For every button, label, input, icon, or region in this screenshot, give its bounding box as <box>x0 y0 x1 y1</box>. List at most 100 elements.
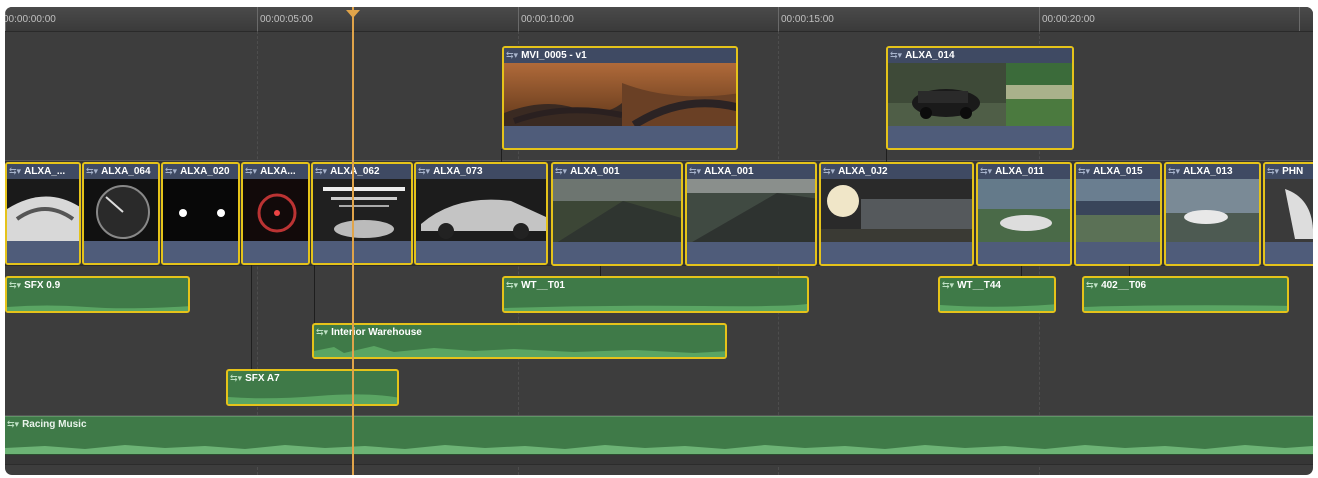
clip-menu-icon[interactable]: ⇆▾ <box>245 164 257 179</box>
connected-video-clip[interactable]: ⇆▾ MVI_0005 - v1 <box>502 46 738 150</box>
audio-waveform <box>7 305 188 311</box>
storyline-clip[interactable]: ⇆▾ ALXA_062 <box>311 162 413 265</box>
connected-video-clip[interactable]: ⇆▾ ALXA_014 <box>886 46 1074 150</box>
playhead[interactable] <box>352 7 354 475</box>
clip-menu-icon[interactable]: ⇆▾ <box>506 278 518 293</box>
clip-thumbnail <box>821 179 972 242</box>
clip-header: ⇆▾ ALXA... <box>243 164 308 179</box>
ruler-tick <box>257 7 258 31</box>
clip-name: WT__T44 <box>957 280 1001 291</box>
clip-header: ⇆▾ ALXA_0J2 <box>821 164 972 179</box>
storyline-clip[interactable]: ⇆▾ ALXA_011 <box>976 162 1072 266</box>
ruler-tick-label: 00:00:00:00 <box>5 14 56 25</box>
ruler-tick-label: 00:00:05:00 <box>260 14 313 25</box>
ruler-tick-label: 00:00:15:00 <box>781 14 834 25</box>
clip-footer <box>687 242 815 264</box>
clip-name: ALXA_062 <box>330 166 380 177</box>
clip-name: ALXA_001 <box>570 166 620 177</box>
clip-menu-icon[interactable]: ⇆▾ <box>1078 164 1090 179</box>
clip-header: ⇆▾ 402__T06 <box>1084 278 1287 293</box>
audio-clip[interactable]: ⇆▾ 402__T06 <box>1082 276 1289 313</box>
clip-menu-icon[interactable]: ⇆▾ <box>890 48 902 63</box>
clip-menu-icon[interactable]: ⇆▾ <box>1168 164 1180 179</box>
storyline-clip[interactable]: ⇆▾ ALXA_064 <box>82 162 160 265</box>
ruler-tick <box>1039 7 1040 31</box>
clip-menu-icon[interactable]: ⇆▾ <box>315 164 327 179</box>
clip-menu-icon[interactable]: ⇆▾ <box>230 371 242 386</box>
clip-menu-icon[interactable]: ⇆▾ <box>316 325 328 340</box>
clip-menu-icon[interactable]: ⇆▾ <box>86 164 98 179</box>
storyline-clip[interactable]: ⇆▾ ALXA_0J2 <box>819 162 974 266</box>
clip-thumbnail <box>416 179 546 241</box>
clip-menu-icon[interactable]: ⇆▾ <box>7 417 19 432</box>
clip-name: ALXA_015 <box>1093 166 1143 177</box>
clip-menu-icon[interactable]: ⇆▾ <box>942 278 954 293</box>
clip-thumbnail <box>7 179 79 241</box>
clip-header: ⇆▾ ALXA_013 <box>1166 164 1259 179</box>
audio-clip[interactable]: ⇆▾ Interior Warehouse <box>312 323 727 359</box>
clip-name: ALXA_073 <box>433 166 483 177</box>
storyline-clip[interactable]: ⇆▾ ALXA_073 <box>414 162 548 265</box>
clip-menu-icon[interactable]: ⇆▾ <box>1086 278 1098 293</box>
clip-footer <box>313 241 411 263</box>
clip-header: ⇆▾ ALXA_... <box>7 164 79 179</box>
clip-name: ALXA_014 <box>905 50 955 61</box>
clip-menu-icon[interactable]: ⇆▾ <box>823 164 835 179</box>
audio-clip[interactable]: ⇆▾ SFX A7 <box>226 369 399 406</box>
clip-header: ⇆▾ ALXA_014 <box>888 48 1072 63</box>
audio-waveform <box>504 304 807 311</box>
audio-clip[interactable]: ⇆▾ WT__T44 <box>938 276 1056 313</box>
timeline[interactable]: 00:00:00:00 00:00:05:00 00:00:10:00 00:0… <box>5 7 1313 475</box>
storyline-clip[interactable]: ⇆▾ ALXA_001 <box>551 162 683 266</box>
clip-menu-icon[interactable]: ⇆▾ <box>165 164 177 179</box>
clip-name: ALXA_064 <box>101 166 151 177</box>
storyline-clip[interactable]: ⇆▾ ALXA_020 <box>161 162 240 265</box>
ruler-tick-label: 00:00:20:00 <box>1042 14 1095 25</box>
clip-footer <box>504 126 736 148</box>
audio-clip[interactable]: ⇆▾ SFX 0.9 <box>5 276 190 313</box>
ruler-tick <box>1299 7 1300 31</box>
clip-footer <box>7 241 79 263</box>
clip-name: MVI_0005 - v1 <box>521 50 587 61</box>
clip-menu-icon[interactable]: ⇆▾ <box>9 164 21 179</box>
clip-thumbnail <box>84 179 158 241</box>
clip-thumbnail <box>687 179 815 242</box>
clip-name: Interior Warehouse <box>331 327 422 338</box>
clip-footer <box>1076 242 1160 264</box>
playhead-icon[interactable] <box>346 10 360 18</box>
clip-menu-icon[interactable]: ⇆▾ <box>980 164 992 179</box>
connection-line <box>314 263 315 327</box>
clip-menu-icon[interactable]: ⇆▾ <box>1267 164 1279 179</box>
clip-footer <box>416 241 546 263</box>
clip-name: ALXA_011 <box>995 166 1044 177</box>
clip-thumbnail <box>1076 179 1160 242</box>
clip-menu-icon[interactable]: ⇆▾ <box>506 48 518 63</box>
storyline-clip[interactable]: ⇆▾ ALXA... <box>241 162 310 265</box>
clip-footer <box>821 242 972 264</box>
clip-header: ⇆▾ SFX 0.9 <box>7 278 188 293</box>
storyline-clip[interactable]: ⇆▾ PHN <box>1263 162 1313 266</box>
clip-thumbnail <box>504 63 736 126</box>
audio-waveform <box>314 346 725 357</box>
clip-name: SFX 0.9 <box>24 280 61 291</box>
clip-menu-icon[interactable]: ⇆▾ <box>689 164 701 179</box>
clip-footer <box>243 241 308 263</box>
storyline-clip[interactable]: ⇆▾ ALXA_... <box>5 162 81 265</box>
clip-footer <box>553 242 681 264</box>
timecode-ruler[interactable]: 00:00:00:00 00:00:05:00 00:00:10:00 00:0… <box>5 7 1313 32</box>
clip-footer <box>84 241 158 263</box>
clip-name: ALXA_001 <box>704 166 754 177</box>
clip-menu-icon[interactable]: ⇆▾ <box>9 278 21 293</box>
clip-header: ⇆▾ ALXA_064 <box>84 164 158 179</box>
audio-clip[interactable]: ⇆▾ WT__T01 <box>502 276 809 313</box>
music-clip[interactable]: ⇆▾ Racing Music <box>5 416 1313 455</box>
storyline-clip[interactable]: ⇆▾ ALXA_013 <box>1164 162 1261 266</box>
clip-menu-icon[interactable]: ⇆▾ <box>555 164 567 179</box>
clip-thumbnail <box>243 179 308 241</box>
clip-header: ⇆▾ ALXA_062 <box>313 164 411 179</box>
storyline-clip[interactable]: ⇆▾ ALXA_001 <box>685 162 817 266</box>
storyline-clip[interactable]: ⇆▾ ALXA_015 <box>1074 162 1162 266</box>
clip-thumbnail <box>553 179 681 242</box>
clip-thumbnail <box>1265 179 1313 242</box>
clip-menu-icon[interactable]: ⇆▾ <box>418 164 430 179</box>
